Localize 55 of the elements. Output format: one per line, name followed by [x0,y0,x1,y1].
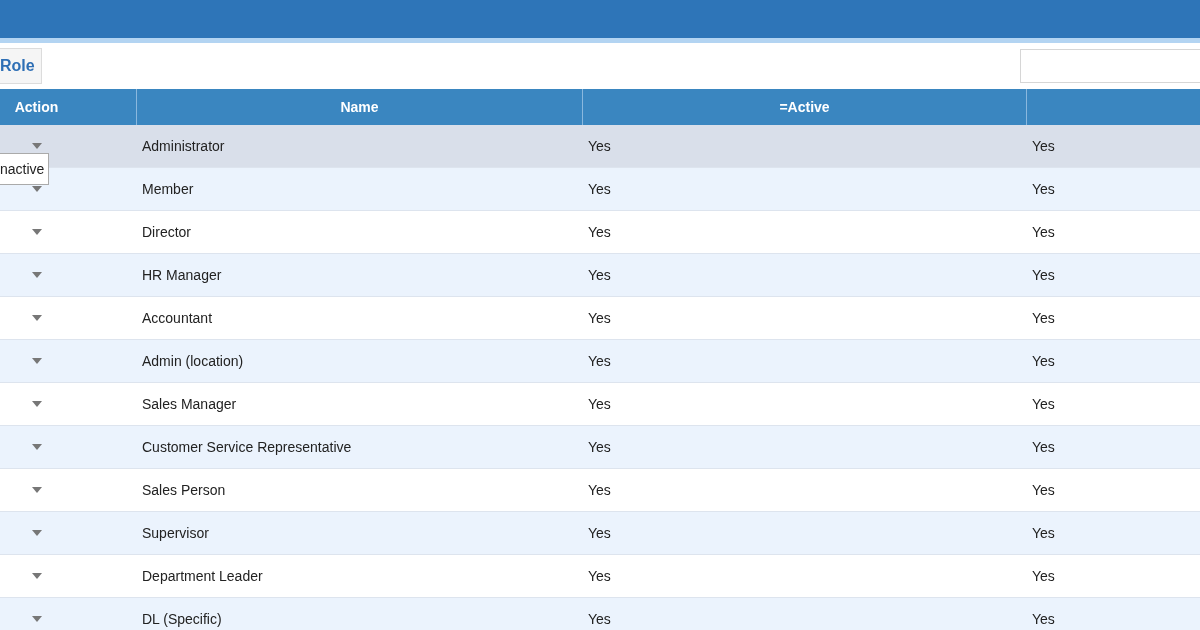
table-cell: Yes [588,181,611,197]
table-cell: Department Leader [142,568,263,584]
table-cell: Yes [588,310,611,326]
table-row[interactable]: Supervisor Yes Yes [0,512,1200,555]
caret-icon[interactable] [32,401,42,407]
table-cell: Yes [1032,611,1055,627]
table-cell: Yes [1032,396,1055,412]
caret-icon[interactable] [32,315,42,321]
table-cell: Yes [1032,439,1055,455]
table-cell: DL (Specific) [142,611,222,627]
table-cell: Yes [1032,138,1055,154]
table-cell: Yes [588,611,611,627]
table-cell: Yes [1032,224,1055,240]
table-cell: HR Manager [142,267,222,283]
table-cell: Yes [588,224,611,240]
table-cell: Customer Service Representative [142,439,352,455]
table-row[interactable]: Admin (location) Yes Yes [0,340,1200,383]
table-cell: Yes [588,353,611,369]
table-cell: Yes [1032,181,1055,197]
table-cell: Yes [1032,267,1055,283]
table-cell: Yes [588,138,611,154]
table-cell: Yes [588,396,611,412]
table-row[interactable]: Customer Service Representative Yes Yes [0,426,1200,469]
table-cell: Yes [1032,482,1055,498]
caret-icon[interactable] [32,358,42,364]
table-cell: Yes [1032,568,1055,584]
caret-icon[interactable] [32,229,42,235]
search-field[interactable] [1020,49,1200,83]
table-cell: Yes [588,568,611,584]
table-row[interactable]: HR Manager Yes Yes [0,254,1200,297]
table-row[interactable]: DL (Specific) Yes Yes [0,598,1200,630]
table-cell: Yes [588,482,611,498]
table-cell: Yes [1032,310,1055,326]
table-cell: Supervisor [142,525,209,541]
caret-icon[interactable] [32,143,42,149]
table-cell: Administrator [142,138,225,154]
caret-icon[interactable] [32,616,42,622]
table-cell: Admin (location) [142,353,244,369]
table-cell: Yes [1032,525,1055,541]
table-cell: Sales Manager [142,396,237,412]
caret-icon[interactable] [32,530,42,536]
table-cell: Accountant [142,310,213,326]
tooltip: nactive [0,153,50,185]
table-cell: Member [142,181,194,197]
caret-icon[interactable] [32,444,42,450]
caret-icon[interactable] [32,487,42,493]
caret-icon[interactable] [32,573,42,579]
table-cell: Director [142,224,191,240]
table-cell: Yes [1032,353,1055,369]
table-cell: Yes [588,525,611,541]
table-cell: Yes [588,267,611,283]
table-cell: Sales Person [142,482,226,498]
caret-icon[interactable] [32,272,42,278]
table-cell: Yes [588,439,611,455]
role-button[interactable]: Role [0,48,42,84]
